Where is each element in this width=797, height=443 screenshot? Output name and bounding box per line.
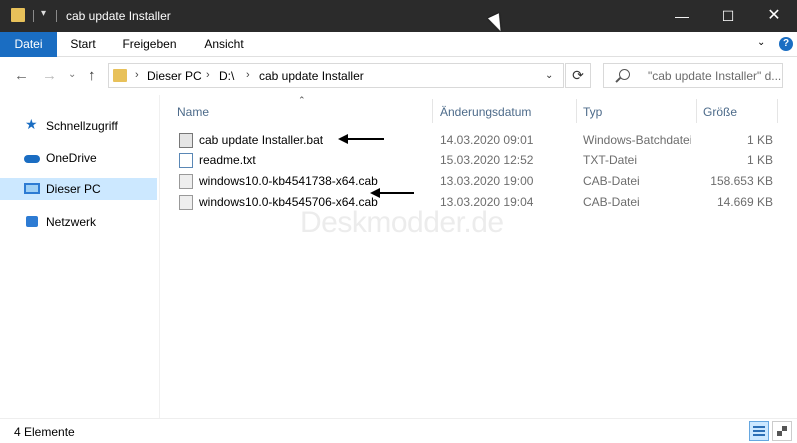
tab-freigeben[interactable]: Freigeben: [109, 32, 190, 57]
item-count: 4 Elemente: [14, 425, 75, 439]
sidebar-item-label: Netzwerk: [46, 215, 97, 229]
sort-ascending-icon: ⌃: [298, 95, 306, 105]
breadcrumb-separator: ›: [206, 69, 210, 81]
navigation-bar: ← → ⌄ ↑ › Dieser PC › D:\ › cab update I…: [0, 57, 797, 95]
file-name: cab update Installer.bat: [199, 133, 324, 147]
back-arrow-icon[interactable]: ←: [14, 67, 29, 84]
file-type: CAB-Datei: [583, 174, 640, 188]
search-icon: [619, 69, 630, 80]
quick-access-divider: [33, 10, 34, 22]
sidebar-item-label: Schnellzugriff: [46, 119, 118, 133]
file-list: ⌃ Name Änderungsdatum Typ Größe cab upda…: [160, 95, 797, 418]
file-date: 15.03.2020 12:52: [440, 153, 534, 167]
minimize-button[interactable]: —: [659, 0, 705, 32]
file-row[interactable]: cab update Installer.bat 14.03.2020 09:0…: [176, 130, 776, 151]
column-header-date[interactable]: Änderungsdatum: [440, 105, 531, 119]
sidebar-item-label: Dieser PC: [46, 182, 101, 196]
cab-file-icon: [179, 174, 193, 189]
column-divider[interactable]: [777, 99, 778, 123]
address-history-dropdown-icon[interactable]: ⌄: [545, 70, 553, 81]
pc-icon: [24, 183, 40, 194]
file-size: 14.669 KB: [716, 195, 773, 209]
column-divider[interactable]: [576, 99, 577, 123]
file-row[interactable]: windows10.0-kb4541738-x64.cab 13.03.2020…: [176, 171, 776, 192]
cab-file-icon: [179, 195, 193, 210]
navigation-pane: ★ Schnellzugriff OneDrive Dieser PC Netz…: [0, 95, 160, 418]
tab-ansicht[interactable]: Ansicht: [190, 32, 258, 57]
column-header-name[interactable]: Name: [177, 105, 209, 119]
file-size: 1 KB: [746, 153, 773, 167]
breadcrumb-current-folder[interactable]: cab update Installer: [259, 69, 364, 83]
breadcrumb-separator: ›: [135, 69, 139, 81]
help-icon[interactable]: ?: [779, 37, 793, 51]
breadcrumb-drive-d[interactable]: D:\: [219, 69, 234, 83]
details-view-icon[interactable]: [749, 421, 769, 441]
network-icon: [26, 216, 38, 227]
sidebar-item-schnellzugriff[interactable]: ★ Schnellzugriff: [0, 115, 157, 137]
watermark: Deskmodder.de: [300, 206, 504, 239]
annotation-arrow-icon: [370, 188, 414, 198]
file-row[interactable]: readme.txt 15.03.2020 12:52 TXT-Datei 1 …: [176, 150, 776, 171]
file-size: 158.653 KB: [710, 174, 773, 188]
file-type: TXT-Datei: [583, 153, 638, 167]
file-size: 1 KB: [746, 133, 773, 147]
file-name: windows10.0-kb4541738-x64.cab: [199, 174, 378, 188]
star-icon: ★: [25, 116, 38, 132]
file-name: readme.txt: [199, 153, 256, 167]
folder-icon: [113, 69, 127, 82]
tab-start[interactable]: Start: [57, 32, 109, 57]
tab-datei[interactable]: Datei: [0, 32, 57, 57]
batch-file-icon: [179, 133, 193, 148]
sidebar-item-netzwerk[interactable]: Netzwerk: [0, 211, 157, 233]
address-bar[interactable]: › Dieser PC › D:\ › cab update Installer…: [108, 63, 564, 88]
column-divider[interactable]: [696, 99, 697, 123]
title-bar: ▾ cab update Installer — ☐ ✕: [0, 0, 797, 34]
file-date: 14.03.2020 09:01: [440, 133, 534, 147]
column-divider[interactable]: [432, 99, 433, 123]
quick-access-divider: [56, 10, 57, 22]
refresh-icon[interactable]: ⟳: [565, 63, 591, 88]
search-input[interactable]: "cab update Installer" d...: [648, 69, 782, 83]
expand-ribbon-icon[interactable]: ⌄: [757, 37, 765, 48]
up-arrow-icon[interactable]: ↑: [88, 67, 96, 84]
close-button[interactable]: ✕: [751, 0, 797, 32]
quick-access-toolbar-dropdown-icon[interactable]: ▾: [41, 8, 46, 19]
status-bar: 4 Elemente: [0, 418, 797, 443]
mouse-cursor-icon: [487, 13, 507, 34]
column-header-size[interactable]: Größe: [703, 105, 737, 119]
annotation-arrow-icon: [338, 134, 384, 144]
folder-icon: [11, 8, 25, 22]
large-icons-view-icon[interactable]: [772, 421, 792, 441]
forward-arrow-icon[interactable]: →: [42, 67, 57, 84]
window-title: cab update Installer: [66, 9, 171, 23]
file-date: 13.03.2020 19:00: [440, 174, 534, 188]
maximize-button[interactable]: ☐: [705, 0, 751, 32]
sidebar-item-dieser-pc[interactable]: Dieser PC: [0, 178, 157, 200]
search-box[interactable]: "cab update Installer" d...: [603, 63, 783, 88]
sidebar-item-onedrive[interactable]: OneDrive: [0, 147, 157, 169]
file-type: CAB-Datei: [583, 195, 640, 209]
text-file-icon: [179, 153, 193, 168]
ribbon-tabs: Datei Start Freigeben Ansicht ⌄ ?: [0, 32, 797, 57]
recent-locations-chevron-icon[interactable]: ⌄: [68, 69, 76, 80]
cloud-icon: [24, 155, 40, 163]
breadcrumb-dieser-pc[interactable]: Dieser PC: [147, 69, 202, 83]
file-type: Windows-Batchdatei: [583, 133, 691, 147]
sidebar-item-label: OneDrive: [46, 151, 97, 165]
column-header-type[interactable]: Typ: [583, 105, 602, 119]
breadcrumb-separator: ›: [246, 69, 250, 81]
